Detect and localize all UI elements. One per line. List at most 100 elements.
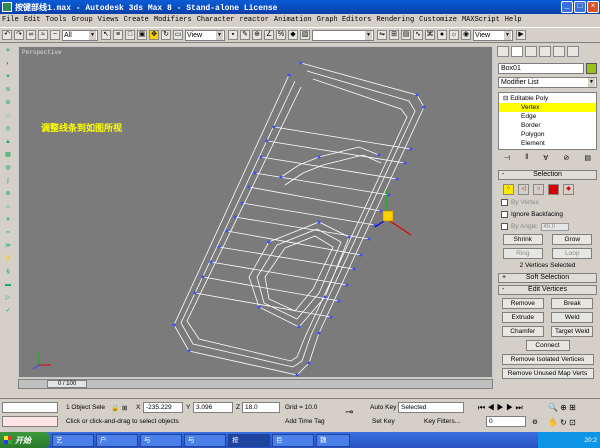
y-coordinate-field[interactable]: 3.096 [193, 402, 233, 413]
menu-reactor[interactable]: reactor [240, 16, 269, 24]
by-angle-checkbox[interactable]: By Angle: 45.0 [501, 222, 597, 231]
maxscript-output-field[interactable] [2, 416, 58, 427]
taskbar-item[interactable]: 魏 [316, 433, 350, 447]
ring-button[interactable]: Ring [502, 248, 543, 259]
select-rotate-icon[interactable]: ↻ [161, 30, 171, 40]
remove-button[interactable]: Remove [501, 298, 544, 309]
render-setup-icon[interactable]: ☼ [449, 30, 459, 40]
select-scale-icon[interactable]: ▭ [173, 30, 183, 40]
fracture-icon[interactable]: ✶ [3, 215, 13, 225]
mirror-icon[interactable]: ⇋ [377, 30, 387, 40]
remove-modifier-icon[interactable]: ⊘ [563, 154, 569, 166]
redo-icon[interactable]: ↷ [14, 30, 24, 40]
particle-icon[interactable]: ∴ [3, 111, 13, 121]
select-by-name-icon[interactable]: ≡ [113, 30, 123, 40]
x-coordinate-field[interactable]: -235.229 [143, 402, 183, 413]
rect-selection-icon[interactable]: □ [125, 30, 135, 40]
material-editor-icon[interactable]: ● [437, 30, 447, 40]
maxscript-listener-field[interactable] [2, 402, 58, 413]
menu-modifiers[interactable]: Modifiers [154, 16, 192, 24]
named-selection-icon[interactable]: ▧ [300, 30, 310, 40]
light-icon[interactable]: ☀ [3, 46, 13, 56]
z-coordinate-field[interactable]: 18.0 [242, 402, 280, 413]
playback-controls[interactable]: ⏮ ◀ ▶ ▶ ⏭ [478, 403, 523, 413]
stack-item-vertex[interactable]: Vertex [499, 103, 596, 112]
maximize-button[interactable]: □ [574, 1, 586, 13]
time-slider-track[interactable]: 0 / 100 [18, 379, 493, 389]
show-end-result-icon[interactable]: ‖ [525, 154, 528, 166]
viewport-nav-controls[interactable]: 🔍 ⊕ ⊞ [548, 403, 576, 412]
wind-icon[interactable]: ≫ [3, 241, 13, 251]
cloth-icon[interactable]: ▦ [3, 150, 13, 160]
taskbar-item[interactable]: 按 [228, 433, 270, 447]
taskbar-item[interactable]: 户 [96, 433, 138, 447]
display-tab-icon[interactable] [553, 46, 565, 57]
menu-views[interactable]: Views [98, 16, 119, 24]
modify-tab-icon[interactable] [511, 46, 523, 57]
lock-selection-icon[interactable]: 🔒 [111, 404, 119, 412]
window-crossing-icon[interactable]: ▣ [137, 30, 147, 40]
link-icon[interactable]: ∞ [26, 30, 36, 40]
time-config-icon[interactable]: ⚙ [532, 418, 538, 426]
select-object-icon[interactable]: ↖ [101, 30, 111, 40]
motion-tab-icon[interactable] [539, 46, 551, 57]
configure-sets-icon[interactable]: ▤ [584, 154, 591, 166]
reference-coord-select[interactable]: View ▼ [185, 29, 225, 41]
extrude-button[interactable]: Extrude [501, 312, 544, 323]
rigid-body-icon[interactable]: ▲ [3, 137, 13, 147]
current-frame-field[interactable]: 0 [486, 416, 526, 427]
chamfer-button[interactable]: Chamfer [501, 326, 544, 337]
close-button[interactable]: × [587, 1, 599, 13]
spinner-snap-icon[interactable]: ◆ [288, 30, 298, 40]
menu-group[interactable]: Group [72, 16, 93, 24]
menu-help[interactable]: Help [505, 16, 522, 24]
analyze-icon[interactable]: ✓ [3, 306, 13, 316]
key-set-select[interactable]: Selected [398, 402, 464, 413]
target-weld-button[interactable]: Target Weld [551, 326, 594, 337]
spring-icon[interactable]: § [3, 267, 13, 277]
selection-filter-select[interactable]: All ▼ [62, 29, 98, 41]
vertex-level-icon[interactable]: ⁘ [503, 184, 514, 195]
remove-unused-map-verts-button[interactable]: Remove Unused Map Verts [501, 368, 594, 379]
viewport-nav-controls-2[interactable]: ✋ ↻ ⊡ [548, 418, 576, 427]
element-level-icon[interactable]: ◆ [563, 184, 574, 195]
menu-create[interactable]: Create [124, 16, 149, 24]
connect-button[interactable]: Connect [525, 340, 570, 351]
curve-editor-icon[interactable]: ∿ [413, 30, 423, 40]
motor-icon[interactable]: ⚡ [3, 254, 13, 264]
start-button[interactable]: 开始 [0, 432, 50, 448]
perspective-viewport[interactable]: Perspective 调整线条到如图所视 [18, 46, 493, 378]
dynamics-icon[interactable]: ◎ [3, 124, 13, 134]
ignore-backfacing-checkbox[interactable]: Ignore Backfacing [501, 210, 597, 219]
modifier-list-select[interactable]: Modifier List ▼ [498, 77, 597, 88]
camera-icon[interactable]: ◐ [3, 59, 13, 69]
soft-selection-rollout-header[interactable]: + Soft Selection [498, 273, 597, 283]
menu-graph-editors[interactable]: Graph Editors [317, 16, 372, 24]
loop-button[interactable]: Loop [552, 248, 593, 259]
rope-icon[interactable]: ∫ [3, 176, 13, 186]
edit-vertices-rollout-header[interactable]: - Edit Vertices [498, 285, 597, 295]
stack-item-editable-poly[interactable]: ⊟ Editable Poly [499, 94, 596, 103]
undo-icon[interactable]: ↶ [2, 30, 12, 40]
object-color-swatch[interactable] [586, 63, 597, 74]
by-vertex-checkbox[interactable]: By Vertex [501, 198, 597, 207]
make-unique-icon[interactable]: ∀ [543, 154, 548, 166]
stack-item-edge[interactable]: Edge [499, 112, 596, 121]
plane-icon[interactable]: ▬ [3, 280, 13, 290]
menu-character[interactable]: Character [197, 16, 235, 24]
constraint-icon[interactable]: ⊗ [3, 189, 13, 199]
add-time-tag[interactable]: Add Time Tag [285, 418, 325, 425]
weld-button[interactable]: Weld [551, 312, 594, 323]
menu-tools[interactable]: Tools [46, 16, 67, 24]
selection-rollout-header[interactable]: - Selection [498, 170, 597, 180]
taskbar-item[interactable]: 艺 [52, 433, 94, 447]
auto-key-button[interactable]: Auto Key [370, 404, 396, 411]
unlink-icon[interactable]: ≈ [38, 30, 48, 40]
transform-mode-icon[interactable]: ⊞ [122, 404, 127, 412]
create-tab-icon[interactable] [497, 46, 509, 57]
angle-spinner[interactable]: 45.0 [541, 222, 570, 231]
pin-stack-icon[interactable]: ⊣ [504, 154, 510, 166]
select-move-icon[interactable]: ✥ [149, 30, 159, 40]
grow-button[interactable]: Grow [552, 234, 593, 245]
wireframe-mesh[interactable] [19, 47, 494, 379]
